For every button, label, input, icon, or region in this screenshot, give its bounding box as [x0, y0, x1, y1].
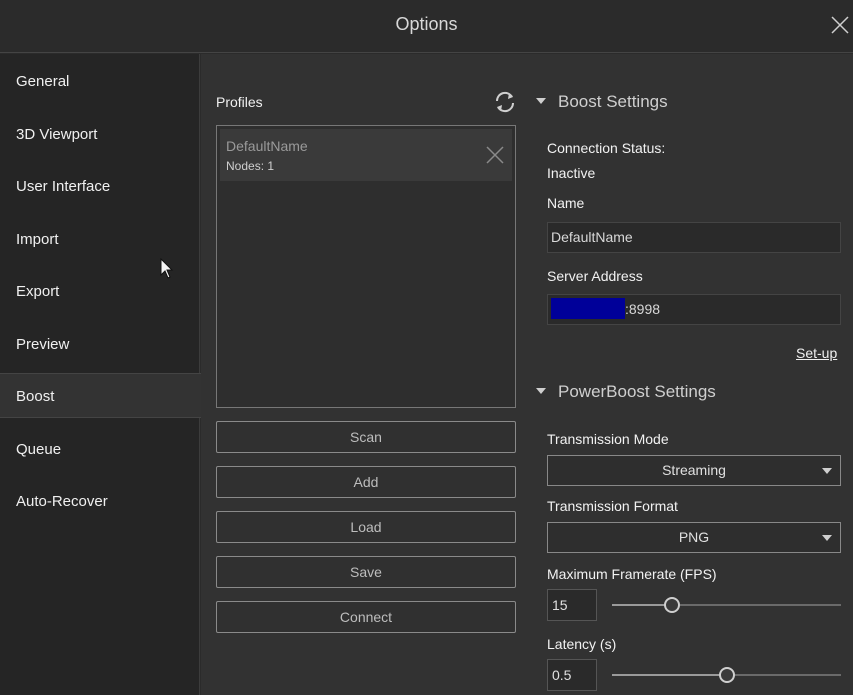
- server-address-input[interactable]: :8998: [547, 294, 841, 325]
- load-button[interactable]: Load: [216, 511, 516, 543]
- powerboost-settings-title: PowerBoost Settings: [558, 382, 716, 401]
- sidebar-item-general[interactable]: General: [0, 59, 200, 104]
- close-button[interactable]: [829, 14, 851, 36]
- profiles-label: Profiles: [216, 94, 263, 110]
- close-icon: [486, 146, 504, 164]
- sidebar-item-import[interactable]: Import: [0, 217, 200, 262]
- save-button[interactable]: Save: [216, 556, 516, 588]
- max-framerate-input[interactable]: 15: [547, 589, 597, 621]
- refresh-profiles-button[interactable]: [493, 90, 517, 114]
- sidebar-item-user-interface[interactable]: User Interface: [0, 164, 200, 209]
- transmission-mode-label: Transmission Mode: [547, 431, 669, 447]
- window-title: Options: [395, 14, 458, 34]
- server-address-label: Server Address: [547, 268, 643, 284]
- sidebar-item-auto-recover[interactable]: Auto-Recover: [0, 479, 200, 524]
- chevron-down-icon: [822, 535, 832, 541]
- latency-label: Latency (s): [547, 636, 617, 652]
- close-icon: [831, 16, 849, 34]
- sidebar-item-preview[interactable]: Preview: [0, 322, 200, 367]
- profile-item[interactable]: DefaultName Nodes: 1: [220, 129, 512, 181]
- profile-list[interactable]: DefaultName Nodes: 1: [216, 125, 516, 408]
- transmission-format-label: Transmission Format: [547, 498, 678, 514]
- refresh-icon: [495, 91, 515, 113]
- connection-status-label: Connection Status:: [547, 140, 666, 156]
- setup-link[interactable]: Set-up: [796, 345, 837, 361]
- latency-slider-thumb[interactable]: [718, 667, 735, 683]
- title-bar: Options: [0, 0, 853, 53]
- transmission-format-value: PNG: [678, 529, 710, 545]
- collapse-caret-icon: [536, 387, 546, 394]
- server-port: :8998: [625, 301, 661, 317]
- collapse-caret-icon: [536, 97, 546, 104]
- sidebar-item-boost[interactable]: Boost: [0, 373, 201, 418]
- transmission-mode-value: Streaming: [662, 462, 726, 478]
- latency-slider[interactable]: [612, 667, 841, 683]
- name-label: Name: [547, 195, 585, 211]
- redacted-block: [551, 298, 625, 320]
- max-framerate-slider[interactable]: [612, 597, 841, 613]
- latency-slider-fill: [612, 674, 727, 676]
- sidebar-item-queue[interactable]: Queue: [0, 427, 200, 472]
- boost-settings-header[interactable]: Boost Settings: [536, 92, 668, 112]
- remove-profile-button[interactable]: [485, 145, 505, 165]
- max-framerate-label: Maximum Framerate (FPS): [547, 566, 717, 582]
- transmission-mode-dropdown[interactable]: Streaming: [547, 455, 841, 486]
- latency-input[interactable]: 0.5: [547, 659, 597, 691]
- powerboost-settings-header[interactable]: PowerBoost Settings: [536, 382, 716, 402]
- transmission-format-dropdown[interactable]: PNG: [547, 522, 841, 553]
- mouse-cursor-icon: [160, 258, 174, 279]
- scan-button[interactable]: Scan: [216, 421, 516, 453]
- profile-name: DefaultName: [226, 138, 308, 154]
- max-framerate-slider-fill: [612, 604, 672, 606]
- sidebar: General 3D Viewport User Interface Impor…: [0, 54, 201, 695]
- name-input[interactable]: DefaultName: [547, 222, 841, 253]
- profile-nodes: Nodes: 1: [226, 159, 275, 173]
- sidebar-item-3d-viewport[interactable]: 3D Viewport: [0, 112, 200, 157]
- connect-button[interactable]: Connect: [216, 601, 516, 633]
- chevron-down-icon: [822, 468, 832, 474]
- add-button[interactable]: Add: [216, 466, 516, 498]
- max-framerate-slider-thumb[interactable]: [663, 597, 680, 613]
- connection-status-value: Inactive: [547, 165, 596, 181]
- main-panel: Profiles DefaultName Nodes: 1 Scan Add L…: [201, 54, 853, 695]
- boost-settings-title: Boost Settings: [558, 92, 668, 111]
